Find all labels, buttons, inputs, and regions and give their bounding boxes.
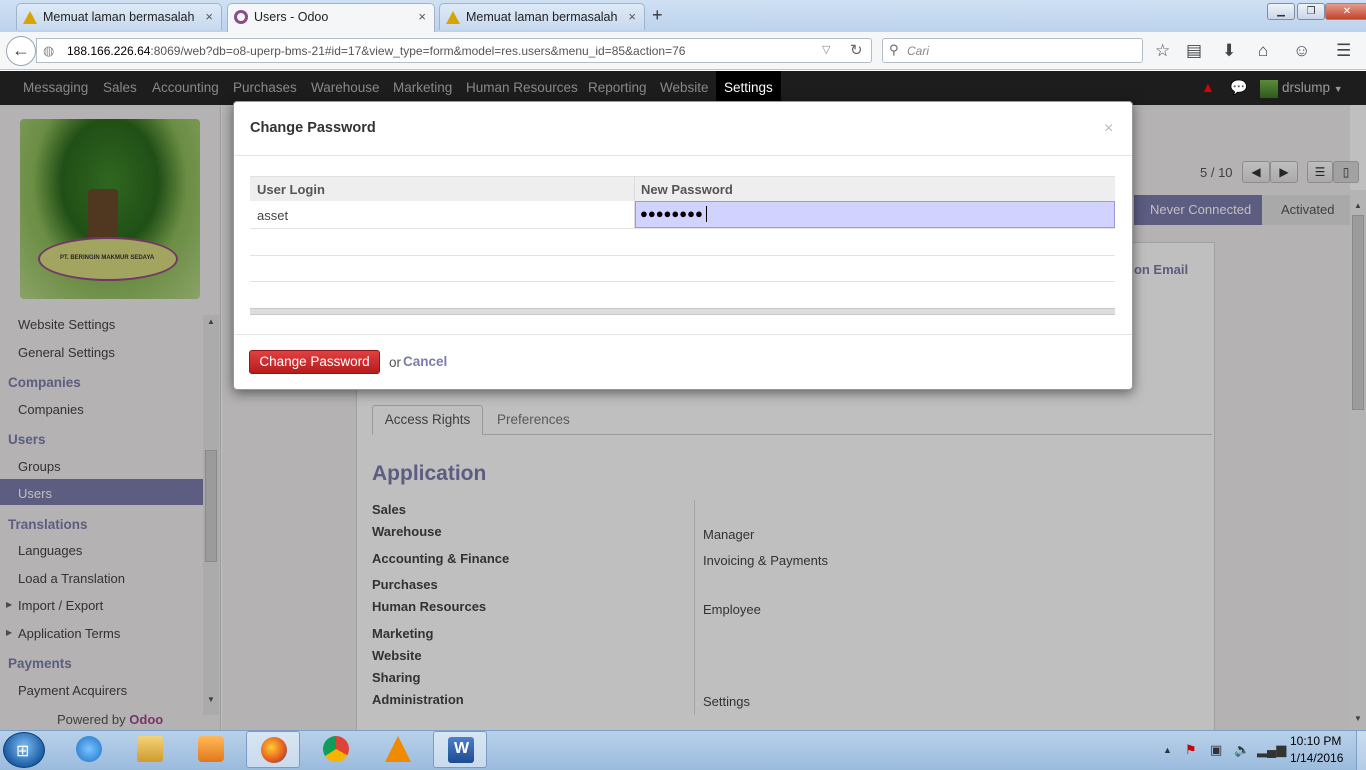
close-icon[interactable]: × xyxy=(1104,120,1113,138)
restore-button[interactable]: ❐ xyxy=(1297,3,1325,20)
browser-tab-bar: Memuat laman bermasalah × Users - Odoo ×… xyxy=(0,0,1366,32)
taskbar-word[interactable]: W xyxy=(433,731,487,768)
cancel-link[interactable]: Cancel xyxy=(403,354,447,369)
close-icon[interactable]: × xyxy=(205,4,213,30)
taskbar-vlc[interactable] xyxy=(371,731,425,768)
or-text: or xyxy=(389,355,402,370)
column-header-user-login: User Login xyxy=(257,182,325,197)
menu-settings[interactable]: Settings xyxy=(716,71,781,105)
reload-icon[interactable]: ↻ xyxy=(850,41,863,59)
url-host: 188.166.226.64 xyxy=(67,44,151,58)
globe-icon: ◍ xyxy=(43,43,55,58)
vlc-icon xyxy=(385,736,411,762)
browser-tab-3[interactable]: Memuat laman bermasalah × xyxy=(439,3,645,30)
password-masked-value: ●●●●●●●● xyxy=(640,206,703,221)
text-cursor xyxy=(706,206,707,222)
user-menu[interactable]: drslump ▼ xyxy=(1282,80,1343,95)
odoo-top-menu: Messaging Sales Accounting Purchases War… xyxy=(0,71,1366,105)
clock-date[interactable]: 1/14/2016 xyxy=(1290,751,1343,765)
search-input[interactable]: ⚲ Cari xyxy=(882,38,1143,63)
change-password-button[interactable]: Change Password xyxy=(249,350,380,374)
odoo-icon xyxy=(234,10,248,24)
tray-device-icon[interactable]: ▣ xyxy=(1210,742,1222,758)
column-header-new-password: New Password xyxy=(641,182,733,197)
menu-website[interactable]: Website xyxy=(660,80,709,95)
menu-warehouse[interactable]: Warehouse xyxy=(311,80,380,95)
taskbar-firefox[interactable] xyxy=(246,731,300,768)
search-placeholder: Cari xyxy=(907,44,930,58)
change-password-dialog: Change Password × User Login New Passwor… xyxy=(233,101,1133,390)
close-icon[interactable]: × xyxy=(628,4,636,30)
browser-tab-1[interactable]: Memuat laman bermasalah × xyxy=(16,3,222,30)
download-icon[interactable]: ⬇ xyxy=(1222,41,1236,61)
url-text: 188.166.226.64:8069/web?db=o8-uperp-bms-… xyxy=(67,44,685,58)
internet-explorer-icon xyxy=(76,736,102,762)
chevron-down-icon: ▼ xyxy=(1333,84,1343,94)
browser-tab-2[interactable]: Users - Odoo × xyxy=(227,3,435,32)
tab-title: Memuat laman bermasalah xyxy=(43,10,195,24)
dialog-header-divider xyxy=(234,155,1132,156)
new-tab-icon[interactable]: + xyxy=(652,5,663,26)
chrome-icon xyxy=(323,736,349,762)
browser-nav-bar: ◍ 188.166.226.64:8069/web?db=o8-uperp-bm… xyxy=(0,32,1366,70)
minimize-button[interactable]: ▁ xyxy=(1267,3,1295,20)
menu-accounting[interactable]: Accounting xyxy=(152,80,219,95)
bookmark-star-icon[interactable]: ☆ xyxy=(1155,41,1170,61)
menu-reporting[interactable]: Reporting xyxy=(588,80,647,95)
dropdown-icon[interactable]: ▽ xyxy=(822,43,830,56)
menu-icon[interactable]: ☰ xyxy=(1336,41,1351,61)
tray-show-hidden-icon[interactable]: ▲ xyxy=(1163,745,1172,755)
tray-network-icon[interactable]: ▂▄▆ xyxy=(1257,742,1286,758)
tab-title: Users - Odoo xyxy=(254,10,329,24)
show-desktop-button[interactable] xyxy=(1356,731,1366,770)
tab-title: Memuat laman bermasalah xyxy=(466,10,618,24)
chat-icon[interactable]: 💬 xyxy=(1230,79,1247,96)
firefox-icon xyxy=(261,737,287,763)
close-icon[interactable]: × xyxy=(418,4,426,30)
dialog-title: Change Password xyxy=(250,120,376,136)
taskbar-chrome[interactable] xyxy=(309,731,363,768)
word-letter: W xyxy=(454,740,470,757)
menu-marketing[interactable]: Marketing xyxy=(393,80,452,95)
alert-icon[interactable]: ▲ xyxy=(1201,79,1215,95)
table-row-divider xyxy=(250,255,1115,256)
back-button[interactable]: ← xyxy=(6,36,36,66)
folder-icon xyxy=(137,736,163,762)
menu-messaging[interactable]: Messaging xyxy=(23,80,88,95)
chat-icon[interactable]: ☺ xyxy=(1293,41,1310,61)
search-icon: ⚲ xyxy=(889,42,899,57)
tray-action-center-icon[interactable]: ⚑ xyxy=(1185,742,1197,758)
menu-human-resources[interactable]: Human Resources xyxy=(466,80,578,95)
user-name: drslump xyxy=(1282,80,1331,95)
start-button[interactable]: ⊞ xyxy=(3,732,45,768)
new-password-input[interactable]: ●●●●●●●● xyxy=(635,201,1115,228)
window-close-button[interactable]: ✕ xyxy=(1325,3,1366,20)
url-path: :8069/web?db=o8-uperp-bms-21#id=17&view_… xyxy=(150,44,686,58)
dialog-footer-divider xyxy=(234,334,1132,335)
taskbar-internet-explorer[interactable] xyxy=(62,731,116,768)
reading-list-icon[interactable]: ▤ xyxy=(1186,41,1202,61)
table-footer xyxy=(250,308,1115,315)
menu-purchases[interactable]: Purchases xyxy=(233,80,297,95)
menu-sales[interactable]: Sales xyxy=(103,80,137,95)
word-icon: W xyxy=(448,737,474,763)
tray-volume-icon[interactable]: 🔈 xyxy=(1234,742,1250,758)
url-bar[interactable]: ◍ 188.166.226.64:8069/web?db=o8-uperp-bm… xyxy=(36,38,872,63)
warning-icon xyxy=(23,10,37,24)
home-icon[interactable]: ⌂ xyxy=(1258,41,1268,61)
windows-logo-icon: ⊞ xyxy=(16,743,30,760)
clock-time[interactable]: 10:10 PM xyxy=(1290,734,1341,748)
user-login-value: asset xyxy=(257,208,289,223)
taskbar-file-explorer[interactable] xyxy=(123,731,177,768)
warning-icon xyxy=(446,10,460,24)
table-header-row: User Login New Password xyxy=(250,176,1115,201)
taskbar-media-player[interactable] xyxy=(184,731,238,768)
media-player-icon xyxy=(198,736,224,762)
avatar[interactable] xyxy=(1260,80,1278,98)
table-row-divider xyxy=(250,228,1115,229)
table-row-divider xyxy=(250,281,1115,282)
